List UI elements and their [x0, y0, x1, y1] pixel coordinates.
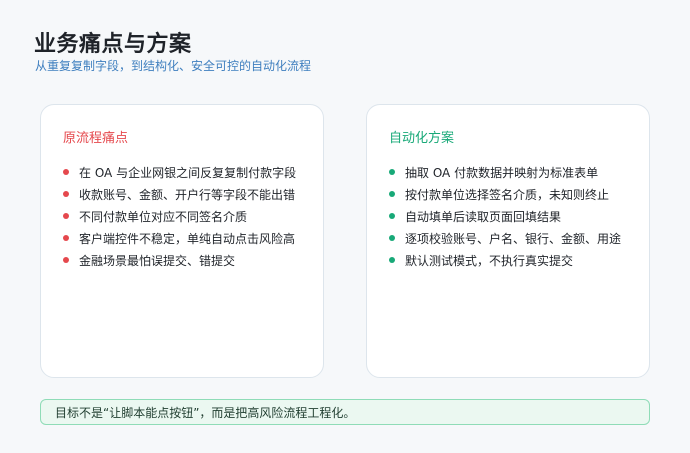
pain-point-item: 金融场景最怕误提交、错提交 — [63, 249, 296, 271]
bullet-dot-icon — [63, 169, 69, 175]
pain-points-title: 原流程痛点 — [63, 131, 129, 146]
pain-point-text: 收款账号、金额、开户行等字段不能出错 — [79, 187, 296, 202]
solution-text: 按付款单位选择签名介质，未知则终止 — [405, 187, 610, 202]
bullet-dot-icon — [63, 257, 69, 263]
page-title: 业务痛点与方案 — [34, 32, 192, 57]
pain-point-text: 在 OA 与企业网银之间反复复制付款字段 — [79, 165, 297, 180]
pain-point-text: 不同付款单位对应不同签名介质 — [79, 209, 248, 224]
solution-item: 抽取 OA 付款数据并映射为标准表单 — [389, 161, 621, 183]
goal-text: 目标不是“让脚本能点按钮”，而是把高风险流程工程化。 — [55, 405, 356, 420]
solution-text: 逐项校验账号、户名、银行、金额、用途 — [405, 231, 622, 246]
slide: 业务痛点与方案 从重复复制字段，到结构化、安全可控的自动化流程 原流程痛点 在 … — [0, 0, 690, 453]
bullet-dot-icon — [389, 213, 395, 219]
bullet-dot-icon — [63, 213, 69, 219]
bullet-dot-icon — [63, 235, 69, 241]
solution-card: 自动化方案 抽取 OA 付款数据并映射为标准表单 按付款单位选择签名介质，未知则… — [366, 104, 650, 378]
pain-point-text: 金融场景最怕误提交、错提交 — [79, 253, 236, 268]
page-subtitle: 从重复复制字段，到结构化、安全可控的自动化流程 — [35, 59, 312, 73]
solution-list: 抽取 OA 付款数据并映射为标准表单 按付款单位选择签名介质，未知则终止 自动填… — [389, 161, 621, 271]
pain-point-item: 在 OA 与企业网银之间反复复制付款字段 — [63, 161, 296, 183]
solution-item: 自动填单后读取页面回填结果 — [389, 205, 621, 227]
solution-text: 自动填单后读取页面回填结果 — [405, 209, 562, 224]
bullet-dot-icon — [389, 257, 395, 263]
solution-item: 默认测试模式，不执行真实提交 — [389, 249, 621, 271]
pain-point-text: 客户端控件不稳定，单纯自动点击风险高 — [79, 231, 296, 246]
solution-item: 按付款单位选择签名介质，未知则终止 — [389, 183, 621, 205]
bullet-dot-icon — [389, 169, 395, 175]
goal-banner: 目标不是“让脚本能点按钮”，而是把高风险流程工程化。 — [40, 399, 650, 425]
bullet-dot-icon — [63, 191, 69, 197]
bullet-dot-icon — [389, 235, 395, 241]
pain-point-item: 客户端控件不稳定，单纯自动点击风险高 — [63, 227, 296, 249]
solution-title: 自动化方案 — [389, 131, 455, 146]
solution-item: 逐项校验账号、户名、银行、金额、用途 — [389, 227, 621, 249]
pain-point-item: 不同付款单位对应不同签名介质 — [63, 205, 296, 227]
pain-points-card: 原流程痛点 在 OA 与企业网银之间反复复制付款字段 收款账号、金额、开户行等字… — [40, 104, 324, 378]
solution-text: 默认测试模式，不执行真实提交 — [405, 253, 574, 268]
pain-points-list: 在 OA 与企业网银之间反复复制付款字段 收款账号、金额、开户行等字段不能出错 … — [63, 161, 296, 271]
solution-text: 抽取 OA 付款数据并映射为标准表单 — [405, 165, 599, 180]
pain-point-item: 收款账号、金额、开户行等字段不能出错 — [63, 183, 296, 205]
bullet-dot-icon — [389, 191, 395, 197]
